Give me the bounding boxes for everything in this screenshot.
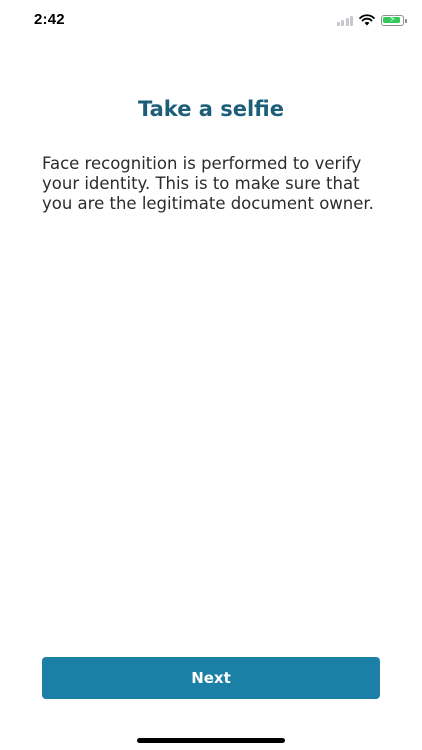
instruction-text: Face recognition is performed to verify … xyxy=(42,154,374,213)
page-title: Take a selfie xyxy=(138,97,284,121)
wifi-icon xyxy=(359,14,375,26)
status-icons: ⚡ xyxy=(336,12,407,28)
next-button[interactable]: Next xyxy=(42,657,380,699)
status-time: 2:42 xyxy=(34,11,65,28)
cellular-signal-icon xyxy=(336,14,353,26)
home-indicator[interactable] xyxy=(137,738,285,743)
status-bar: 2:42 ⚡ xyxy=(0,0,422,44)
battery-charging-icon: ⚡ xyxy=(381,14,407,26)
